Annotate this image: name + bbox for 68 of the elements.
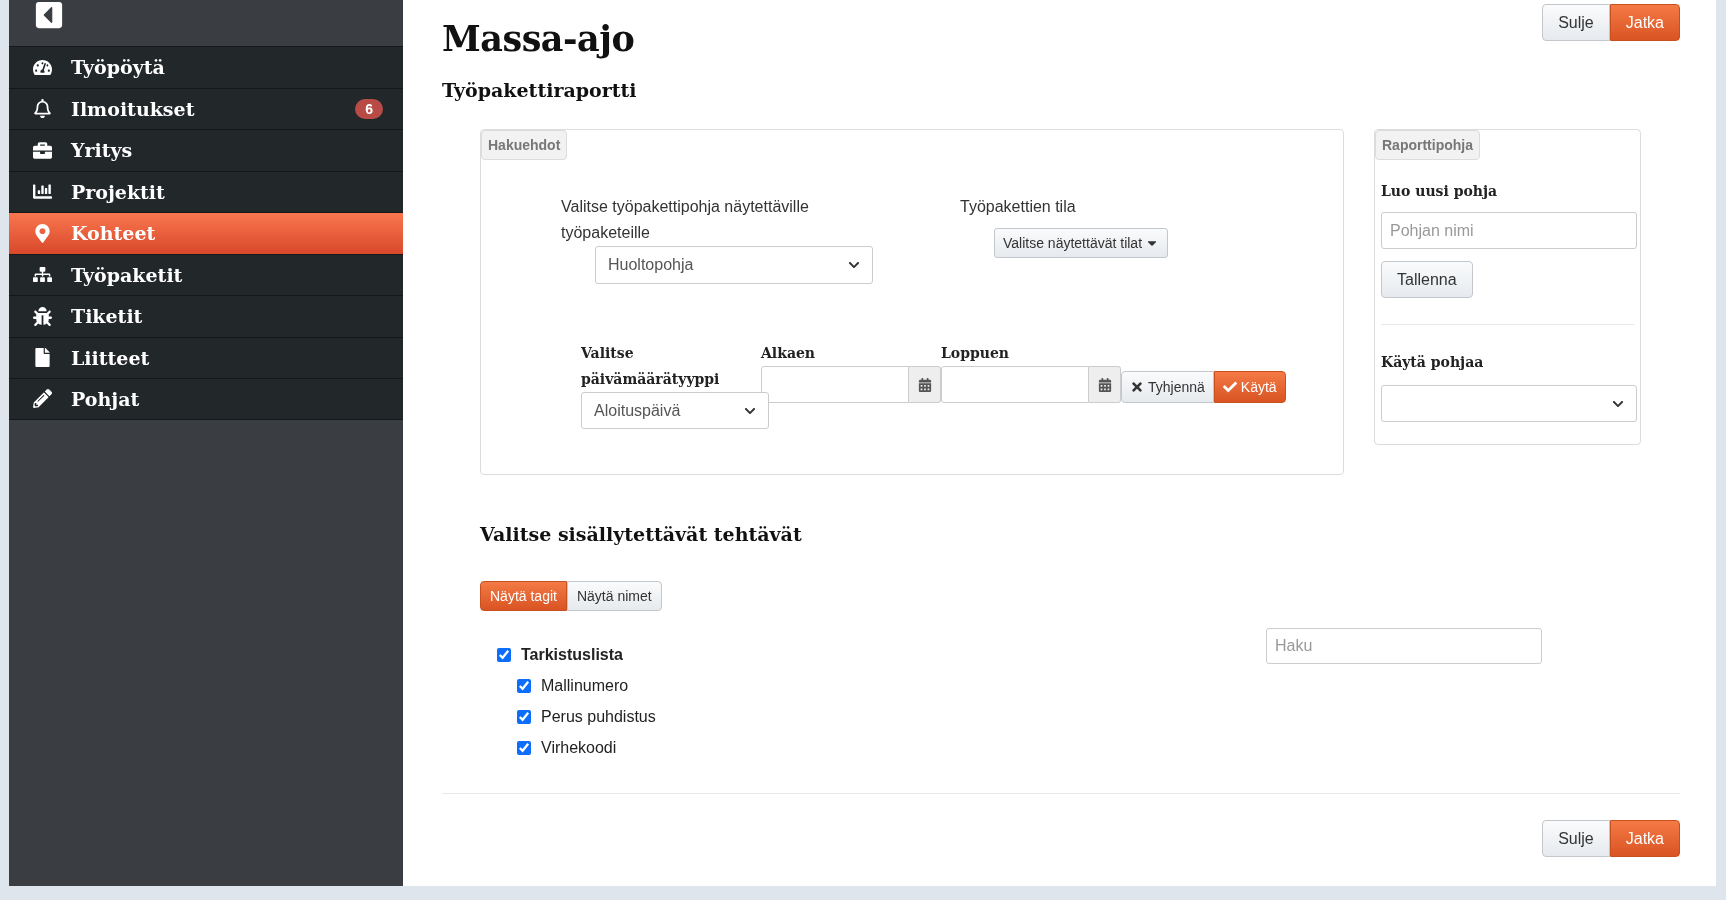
field-label: Työpakettien tila <box>960 197 1077 217</box>
section-heading: Valitse sisällytettävät tehtävät <box>480 523 803 545</box>
sidebar-item-label: Pohjat <box>71 387 141 410</box>
close-button[interactable]: Sulje <box>1542 820 1610 857</box>
page-title: Massa-ajo <box>442 18 636 59</box>
sidebar-item-label: Ilmoitukset <box>71 97 196 120</box>
search-field[interactable]: Haku <box>1266 628 1542 664</box>
file-icon <box>33 348 52 368</box>
clear-button[interactable]: Tyhjennä <box>1121 371 1214 403</box>
checklist-item[interactable]: Mallinumero <box>517 670 656 701</box>
bar-chart-icon <box>33 182 52 202</box>
date-field[interactable] <box>761 366 909 403</box>
panel-legend: Raporttipohja <box>1375 130 1480 160</box>
sidebar-item[interactable]: Työpaketit <box>9 253 403 295</box>
sidebar-item[interactable]: Ilmoitukset 6 <box>9 87 403 129</box>
sidebar-item[interactable]: Projektit <box>9 170 403 212</box>
checkbox[interactable] <box>517 740 531 755</box>
notification-count: 6 <box>355 98 383 119</box>
sidebar-item-label: Liitteet <box>71 346 151 369</box>
map-pin-icon <box>33 223 52 243</box>
briefcase-icon <box>33 140 52 160</box>
panel-legend: Hakuehdot <box>481 130 568 160</box>
select-field[interactable]: Huoltopohja <box>595 246 873 284</box>
sidebar-item[interactable]: Pohjat <box>9 378 403 420</box>
close-button[interactable]: Sulje <box>1542 4 1610 41</box>
status-dropdown[interactable]: Valitse näytettävät tilat <box>994 228 1169 258</box>
chevron-down-icon <box>848 259 860 271</box>
sidebar-item-label: Yritys <box>71 139 134 162</box>
dashboard-icon <box>33 57 52 77</box>
close-icon <box>1130 380 1144 394</box>
checkbox[interactable] <box>497 647 511 662</box>
sidebar-item-label: Työpaketit <box>71 263 184 286</box>
checklist-item[interactable]: Perus puhdistus <box>517 701 656 732</box>
section-label: Käytä pohjaa <box>1381 353 1485 372</box>
sidebar-item[interactable]: Yritys <box>9 129 403 171</box>
template-name-field[interactable]: Pohjan nimi <box>1381 212 1637 249</box>
save-button[interactable]: Tallenna <box>1381 261 1473 298</box>
calendar-icon <box>1097 377 1112 392</box>
checklist-item[interactable]: Virhekoodi <box>517 732 656 763</box>
collapse-sidebar-icon[interactable] <box>34 0 64 30</box>
sidebar-item-label: Tiketit <box>71 305 144 328</box>
calendar-icon <box>917 377 932 392</box>
pencil-icon <box>33 389 52 409</box>
page-subtitle: Työpakettiraportti <box>442 79 637 101</box>
section-label: Luo uusi pohja <box>1381 182 1499 201</box>
bell-icon <box>33 99 52 119</box>
calendar-button[interactable] <box>1089 366 1121 403</box>
sidebar-item[interactable]: Tiketit <box>9 295 403 337</box>
check-icon <box>1222 380 1237 394</box>
field-label: Alkaen <box>761 344 817 363</box>
view-toggle[interactable]: Näytä nimet <box>566 581 662 611</box>
checkbox[interactable] <box>517 709 531 724</box>
bug-icon <box>33 306 52 326</box>
sidebar-item-label: Työpöytä <box>71 56 166 79</box>
field-label: Valitse työpakettipohja näytettäville työpaketeille <box>561 197 810 243</box>
checklist-item[interactable]: Tarkistuslista <box>497 639 656 670</box>
checkbox[interactable] <box>517 678 531 693</box>
select-field[interactable] <box>1381 385 1637 422</box>
field-label: Loppuen <box>941 344 1011 363</box>
calendar-button[interactable] <box>909 366 941 403</box>
sidebar-item[interactable]: Liitteet <box>9 336 403 378</box>
date-field[interactable] <box>941 366 1089 403</box>
select-field[interactable]: Aloituspäivä <box>581 392 769 429</box>
hierarchy-icon <box>33 265 52 285</box>
field-label: Valitse päivämäärätyyppi <box>581 344 721 389</box>
sidebar-item-label: Projektit <box>71 180 166 203</box>
sidebar-item[interactable]: Työpöytä <box>9 46 403 88</box>
sidebar-item-label: Kohteet <box>71 222 157 245</box>
